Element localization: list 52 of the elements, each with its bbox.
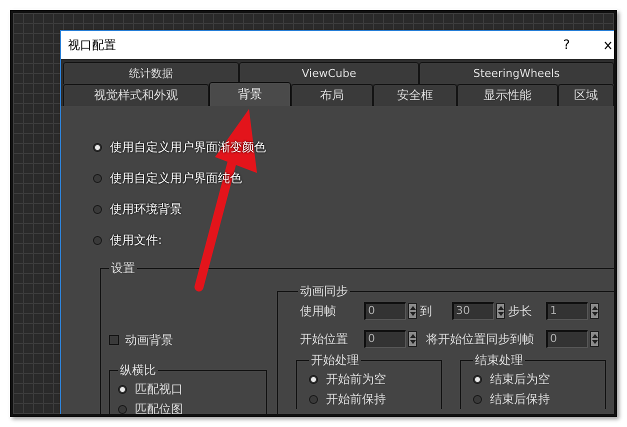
number-field[interactable]: 0	[364, 302, 406, 320]
help-button[interactable]: ?	[559, 38, 574, 52]
group-title: 开始处理	[310, 352, 360, 369]
radio-label: 匹配视口	[135, 380, 183, 398]
group-title: 设置	[110, 260, 136, 277]
radio-button[interactable]	[93, 236, 102, 245]
tab[interactable]: 背景	[209, 82, 291, 106]
tab[interactable]: SteeringWheels	[419, 62, 614, 84]
group-title: 结束处理	[474, 352, 524, 369]
tab[interactable]: ViewCube	[239, 62, 419, 84]
radio-label: 开始前保持	[326, 390, 386, 408]
close-icon[interactable]	[604, 40, 612, 50]
checkbox[interactable]	[109, 335, 119, 345]
tab[interactable]: 显示性能	[457, 84, 558, 106]
radio-label: 使用文件:	[110, 232, 162, 249]
spin-button[interactable]	[496, 303, 505, 319]
radio-button[interactable]	[93, 205, 102, 214]
radio-button[interactable]	[309, 374, 318, 384]
tab[interactable]: 布局	[291, 84, 373, 106]
radio-label: 开始前为空	[326, 370, 386, 388]
group-title: 动画同步	[299, 283, 349, 300]
spin-button[interactable]	[590, 303, 599, 319]
radio-button[interactable]	[118, 384, 127, 394]
tab[interactable]: 视觉样式和外观	[63, 84, 209, 106]
tab[interactable]: 区域	[558, 84, 614, 106]
radio-label: 匹配位图	[135, 400, 183, 414]
tab[interactable]: 安全框	[373, 84, 457, 106]
spin-button[interactable]	[590, 331, 599, 347]
field-label: 将开始位置同步到帧	[425, 330, 535, 348]
window-title: 视口配置	[68, 36, 117, 54]
spin-button[interactable]	[408, 331, 417, 347]
spin-button[interactable]	[408, 303, 417, 319]
number-field[interactable]: 30	[452, 302, 494, 320]
checkbox-label: 动画背景	[125, 332, 173, 348]
number-field[interactable]: 1	[546, 302, 588, 320]
radio-button[interactable]	[473, 374, 482, 384]
radio-button[interactable]	[93, 143, 102, 152]
field-label: 到	[419, 302, 433, 320]
radio-button[interactable]	[93, 174, 102, 183]
radio-label: 使用环境背景	[110, 201, 182, 218]
field-label: 开始位置	[299, 330, 349, 348]
radio-button[interactable]	[309, 394, 318, 404]
radio-label: 结束后为空	[490, 370, 550, 388]
tab[interactable]: 统计数据	[63, 62, 239, 84]
radio-button[interactable]	[118, 404, 127, 414]
field-label: 使用帧	[299, 302, 337, 320]
group-title: 纵横比	[119, 362, 157, 379]
number-field[interactable]: 0	[546, 330, 588, 348]
number-field[interactable]: 0	[364, 330, 406, 348]
radio-label: 结束后保持	[490, 390, 550, 408]
field-label: 步长	[507, 302, 533, 320]
radio-button[interactable]	[473, 394, 482, 404]
